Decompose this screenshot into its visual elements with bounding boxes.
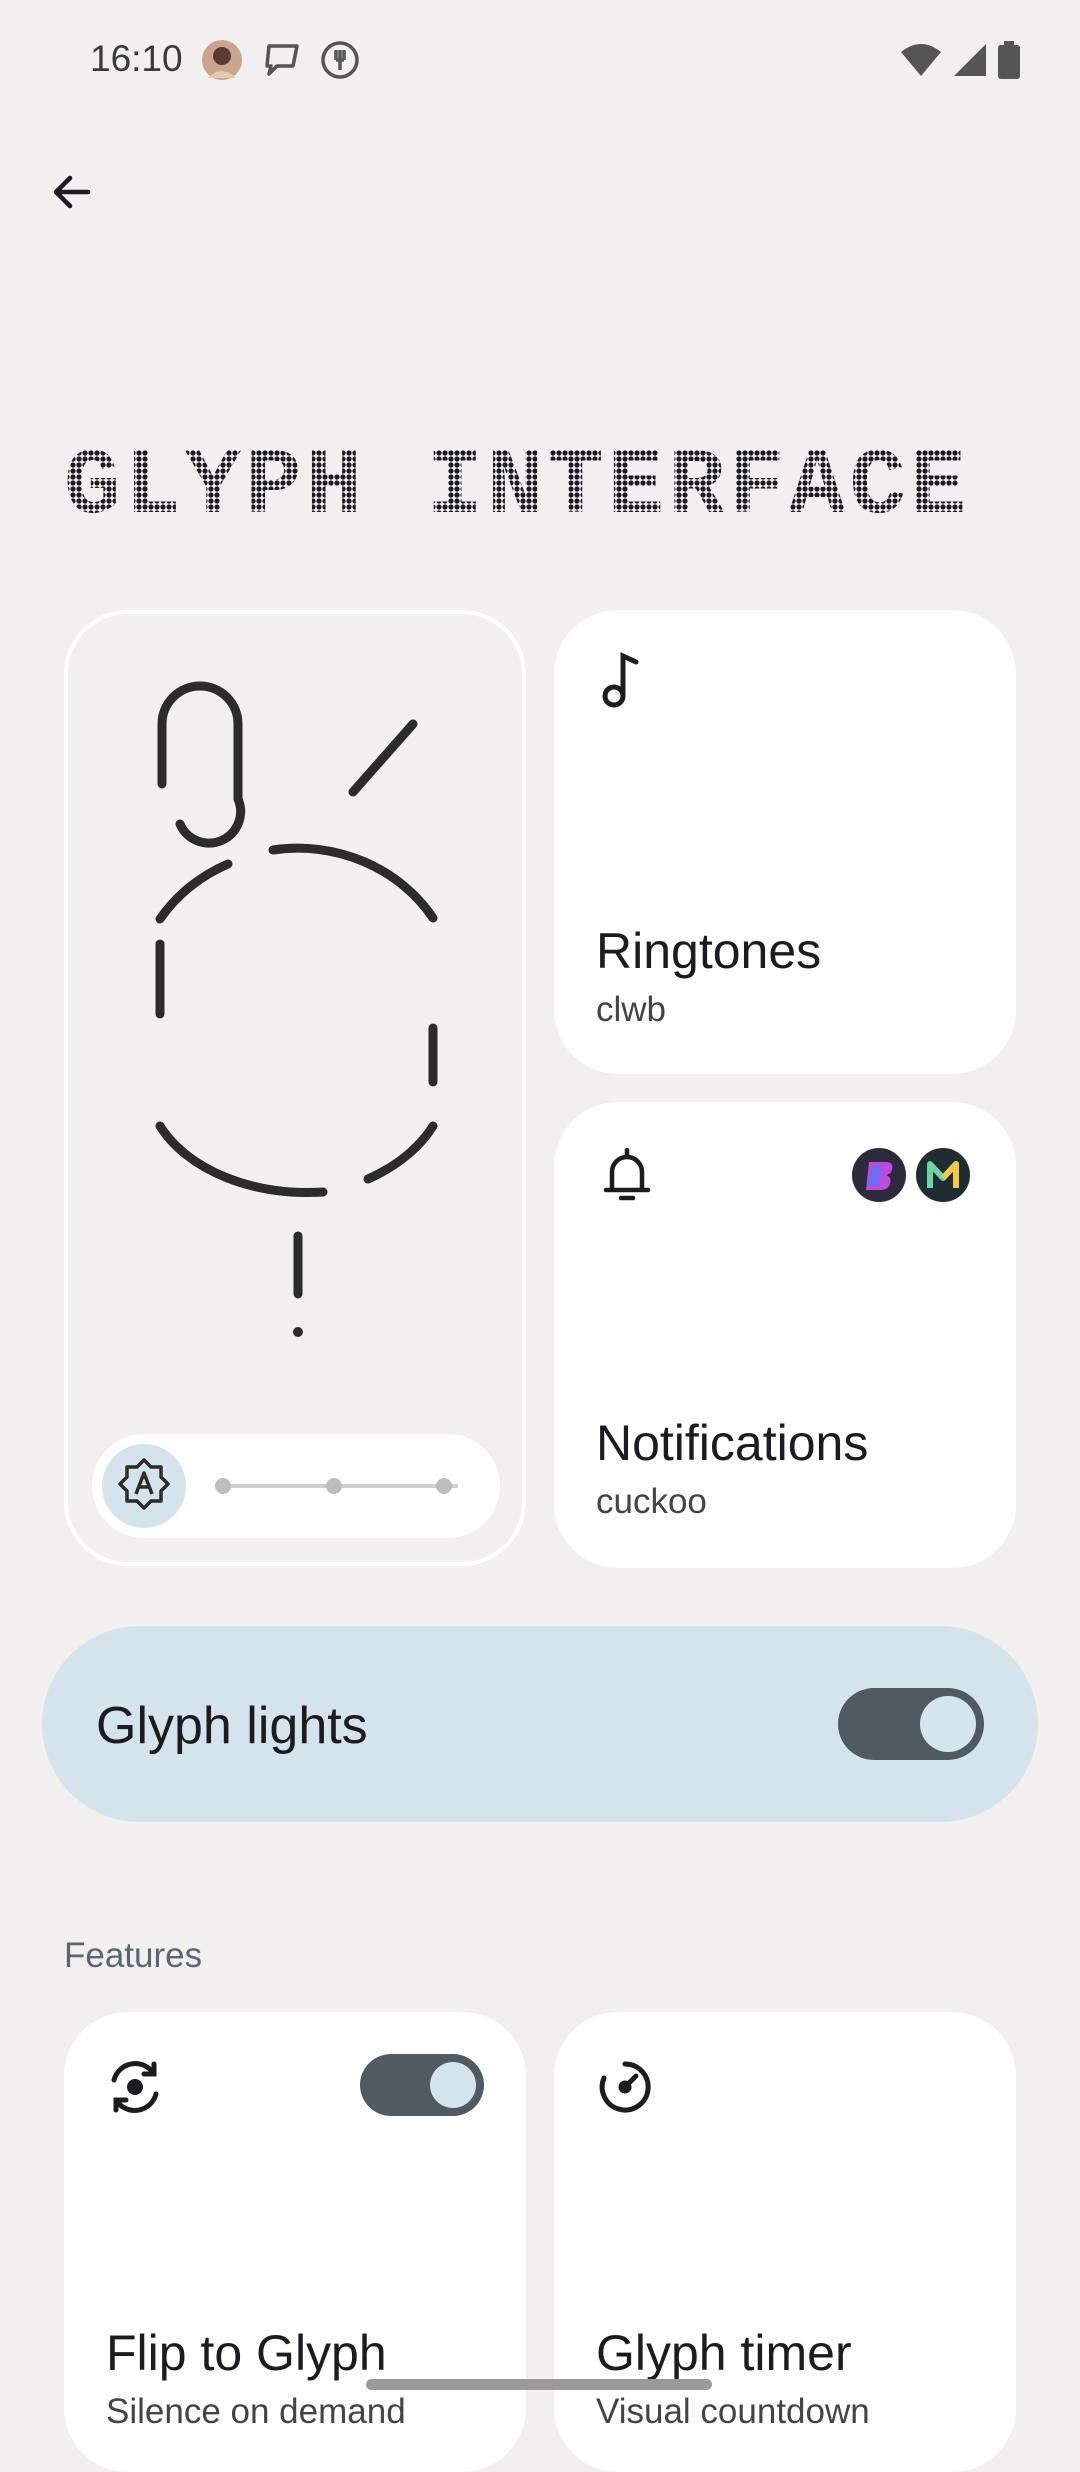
ringtones-title: Ringtones — [596, 923, 822, 979]
toggle-knob — [920, 1696, 976, 1752]
ringtones-subtitle: clwb — [596, 990, 667, 1029]
brightness-auto-button[interactable] — [102, 1444, 186, 1528]
glyph-preview-card[interactable] — [64, 610, 526, 1566]
glyph-preview-drawing — [68, 614, 530, 1414]
status-time: 16:10 — [90, 38, 183, 79]
fork-knife-icon — [318, 38, 362, 82]
toggle-knob — [430, 2062, 476, 2108]
glyph-lights-label: Glyph lights — [96, 1697, 368, 1755]
glyph-lights-row[interactable]: Glyph lights — [42, 1626, 1038, 1822]
ringtones-card[interactable]: Ringtones clwb — [554, 610, 1016, 1074]
status-right — [900, 40, 1020, 84]
page-title: GLYPH INTERFACE — [64, 420, 964, 530]
music-note-icon — [598, 650, 646, 715]
wifi-icon — [900, 42, 942, 83]
arrow-left-icon — [48, 168, 96, 221]
back-button[interactable] — [40, 162, 104, 226]
bell-icon — [602, 1146, 652, 1209]
avatar-notification-icon — [200, 38, 244, 82]
features-section-label: Features — [64, 1936, 203, 1975]
chat-bubble-icon — [260, 38, 304, 82]
battery-icon — [998, 40, 1020, 84]
cell-signal-icon — [952, 42, 988, 83]
flip-to-glyph-subtitle: Silence on demand — [106, 2392, 406, 2431]
brightness-slider[interactable] — [92, 1434, 500, 1538]
brightness-step[interactable] — [326, 1478, 342, 1494]
notifications-subtitle: cuckoo — [596, 1482, 707, 1521]
home-indicator[interactable] — [366, 2379, 712, 2390]
beeper-app-icon — [852, 1148, 906, 1202]
timer-icon — [596, 2058, 654, 2121]
notifications-title: Notifications — [596, 1415, 869, 1471]
brightness-step[interactable] — [215, 1478, 231, 1494]
page-title-text: GLYPH INTERFACE — [64, 435, 964, 530]
glyph-timer-card[interactable]: Glyph timer Visual countdown — [554, 2012, 1016, 2472]
glyph-lights-toggle[interactable] — [838, 1688, 984, 1760]
brightness-auto-icon — [117, 1457, 171, 1516]
glyph-timer-subtitle: Visual countdown — [596, 2392, 870, 2431]
m-app-icon — [916, 1148, 970, 1202]
flip-to-glyph-card[interactable]: Flip to Glyph Silence on demand — [64, 2012, 526, 2472]
brightness-step[interactable] — [436, 1478, 452, 1494]
glyph-timer-title: Glyph timer — [596, 2325, 852, 2381]
flip-to-glyph-title: Flip to Glyph — [106, 2325, 387, 2381]
notifications-card[interactable]: Notifications cuckoo — [554, 1102, 1016, 1568]
flip-to-glyph-toggle[interactable] — [360, 2054, 484, 2116]
flip-icon — [106, 2058, 164, 2121]
